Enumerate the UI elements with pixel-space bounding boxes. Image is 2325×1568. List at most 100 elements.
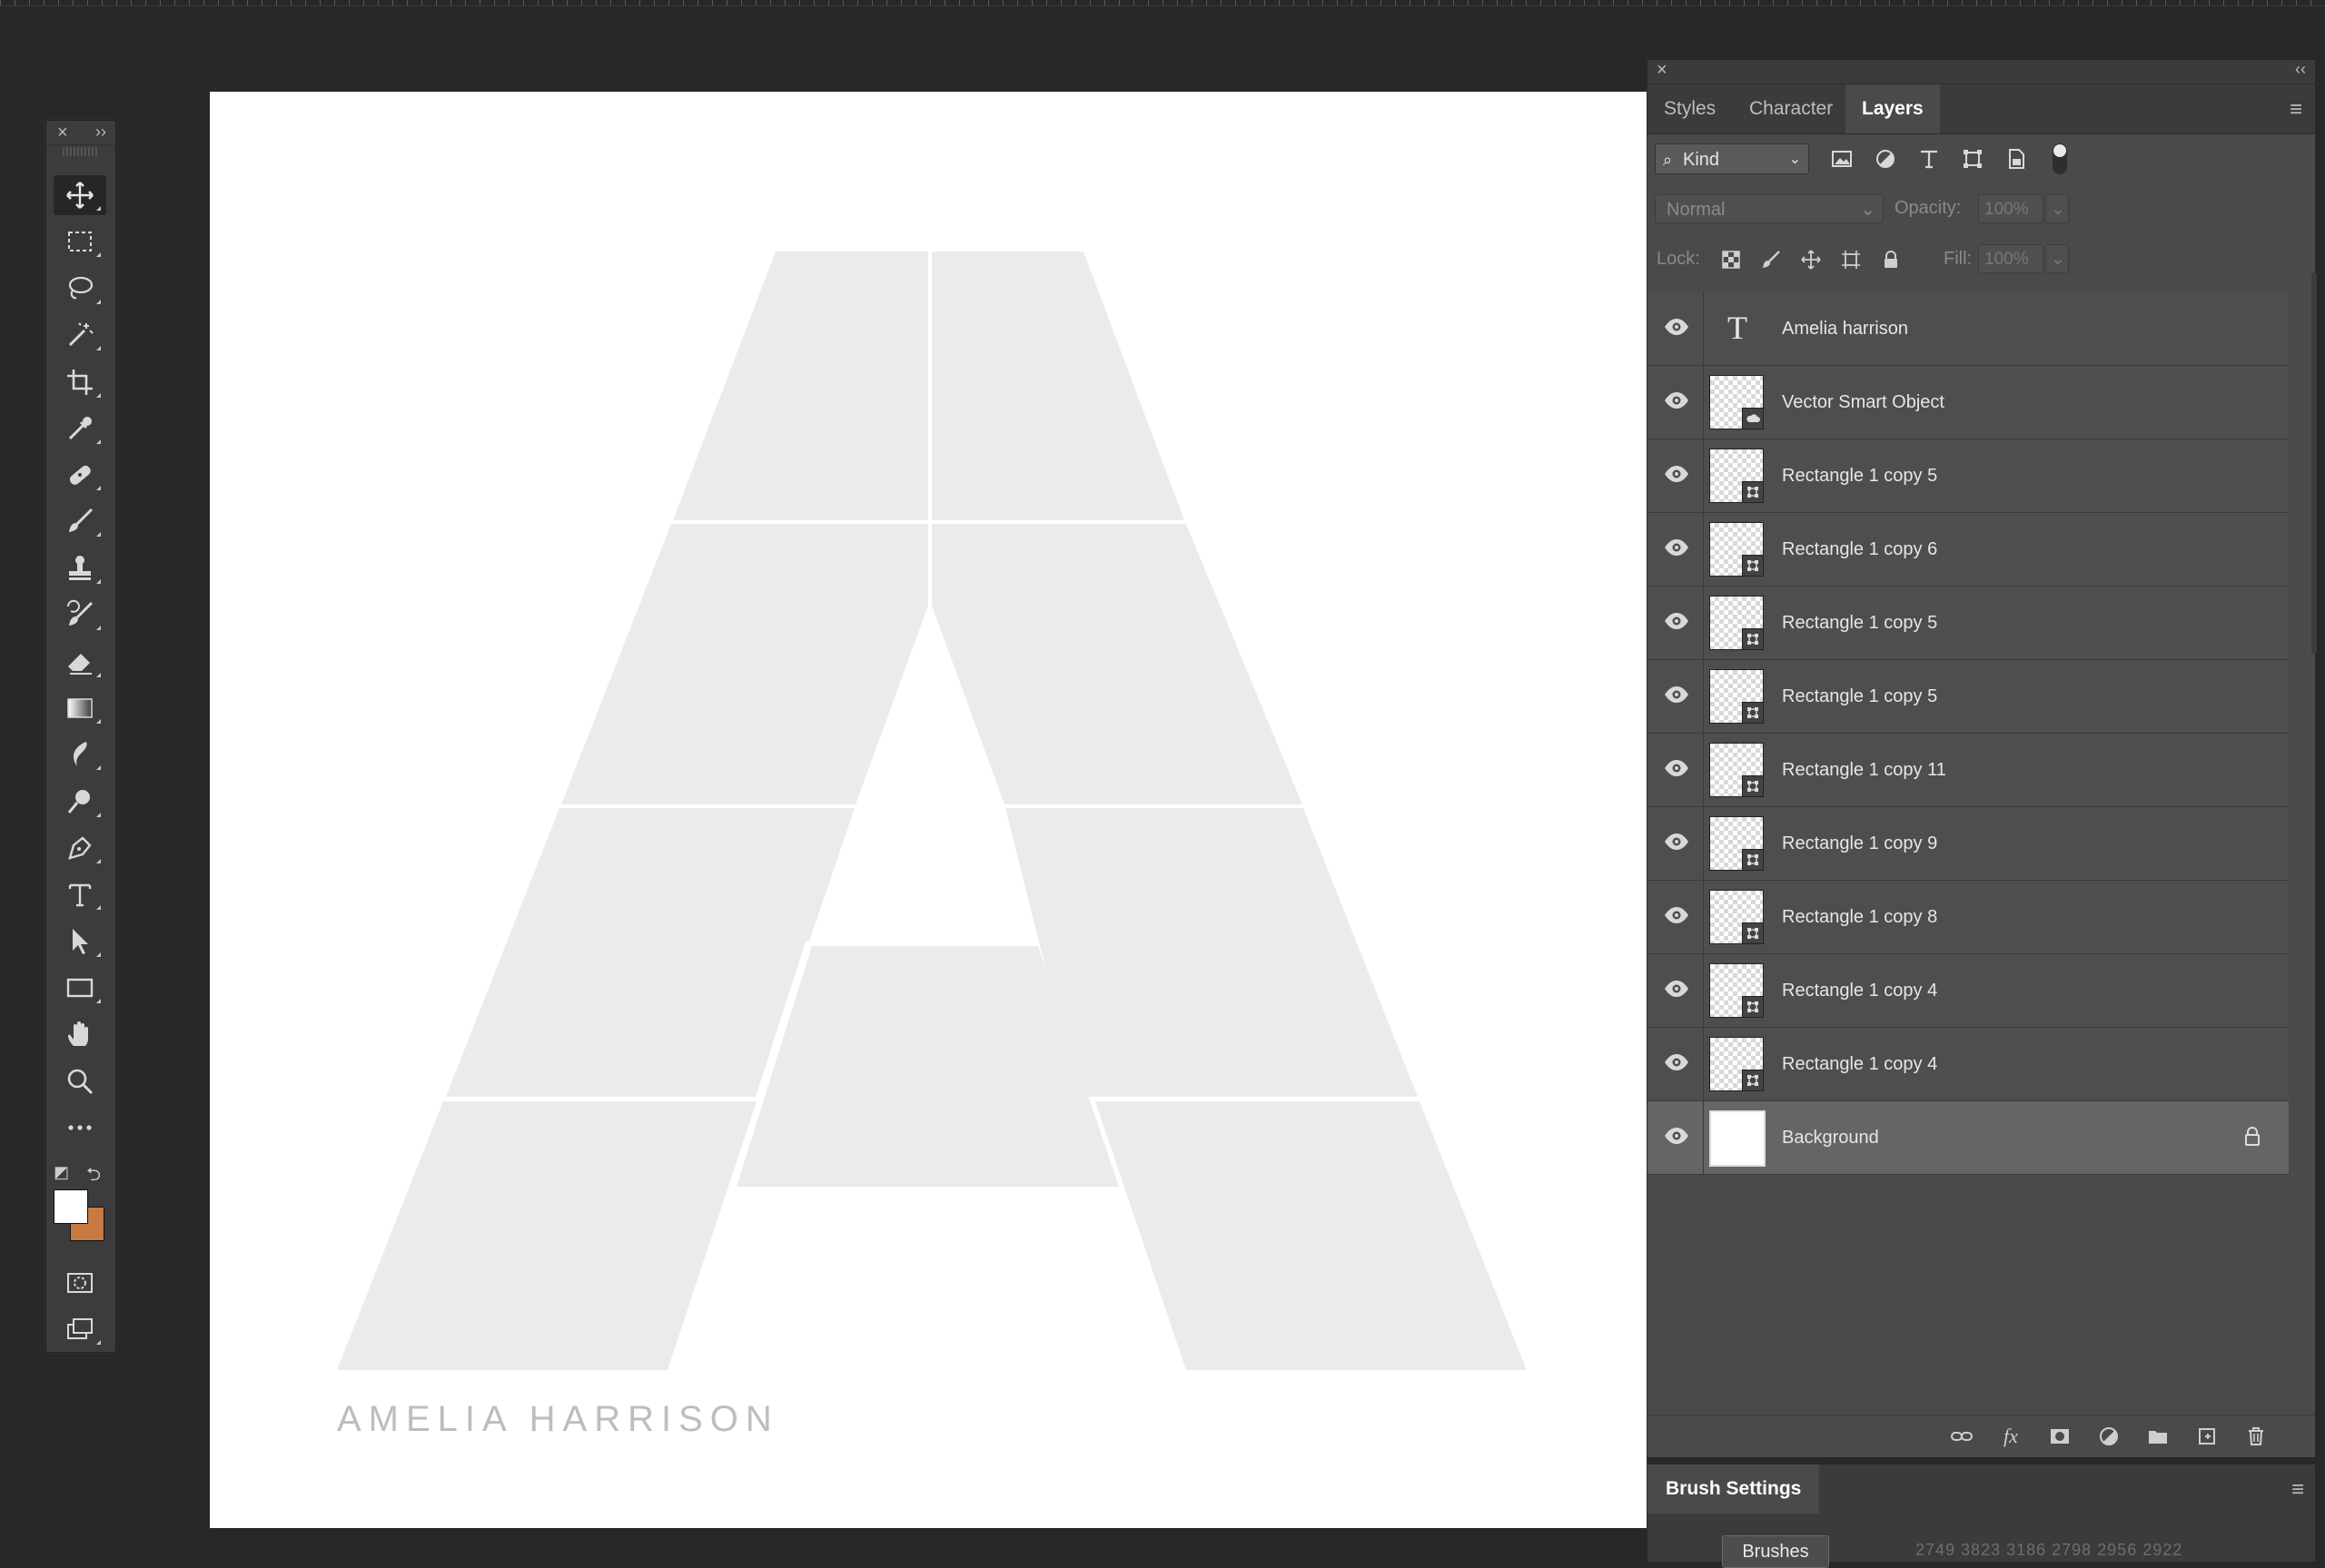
brush-tool[interactable] [54,501,106,541]
eraser-tool[interactable] [54,642,106,682]
layer-visibility-toggle[interactable] [1662,312,1691,341]
blend-mode-select[interactable]: Normal ⌄ [1655,194,1884,223]
eye-icon [1665,686,1688,703]
eyedropper-icon [68,417,92,440]
layer-visibility-toggle[interactable] [1662,386,1691,415]
layer-visibility-toggle[interactable] [1662,680,1691,709]
move-tool[interactable] [54,175,106,215]
layer-visibility-toggle[interactable] [1662,533,1691,562]
layer-visibility-toggle[interactable] [1662,459,1691,488]
new-group-button[interactable] [2143,1423,2172,1450]
screen-mode-button[interactable] [54,1309,106,1349]
close-icon[interactable]: × [57,123,68,143]
layer-visibility-toggle[interactable] [1662,754,1691,783]
stamp-tool[interactable] [54,548,106,588]
layer-row[interactable]: Rectangle 1 copy 6 [1647,513,2289,587]
tab-layers[interactable]: Layers [1845,84,1940,133]
history-brush-tool[interactable] [54,595,106,635]
delete-layer-button[interactable] [2241,1423,2271,1450]
hand-tool[interactable] [54,1014,106,1054]
layers-scrollbar[interactable] [2311,272,2317,654]
filter-shape-button[interactable] [1958,143,1987,174]
add-mask-button[interactable] [2045,1423,2074,1450]
eyedropper-tool[interactable] [54,409,106,449]
filter-kind-select[interactable]: ⌕ Kind ⌄ [1655,143,1809,174]
close-icon[interactable]: × [1657,60,1667,81]
expand-icon[interactable]: ›› [95,123,106,142]
panel-menu-icon[interactable]: ≡ [2291,1477,2304,1503]
new-adjustment-button[interactable] [2094,1423,2123,1450]
rectangle-tool[interactable] [54,968,106,1008]
quick-mask-button[interactable] [54,1263,106,1303]
tab-styles[interactable]: Styles [1647,84,1732,133]
layer-row[interactable]: Background [1647,1101,2289,1175]
document-canvas[interactable]: AMELIA HARRISON [210,92,1647,1528]
fill-input[interactable]: 100% [1978,244,2043,273]
rect-marquee-icon [68,232,92,251]
fill-dropdown-icon[interactable]: ⌄ [2045,244,2069,273]
lock-all-button[interactable] [1878,244,1904,275]
tools-grip[interactable] [63,147,99,156]
healing-tool[interactable] [54,455,106,495]
swap-colors-icon[interactable]: ⮌ [86,1161,101,1192]
layer-visibility-toggle[interactable] [1662,1048,1691,1077]
shape-icon [1747,707,1758,718]
divider [1703,292,1704,365]
foreground-color-swatch[interactable] [54,1189,88,1224]
lock-artboard-button[interactable] [1838,244,1864,275]
placeholder-bottom-left [337,1101,757,1370]
layer-thumbnail [1709,596,1764,650]
layer-row[interactable]: Vector Smart Object [1647,366,2289,439]
marquee-tool[interactable] [54,222,106,261]
new-layer-button[interactable] [2192,1423,2221,1450]
placeholder-top-right [932,251,1184,520]
layer-row[interactable]: Rectangle 1 copy 8 [1647,881,2289,954]
lock-image-pixels-button[interactable] [1758,244,1784,275]
layer-row[interactable]: Rectangle 1 copy 9 [1647,807,2289,881]
layer-row[interactable]: Rectangle 1 copy 11 [1647,734,2289,807]
filter-smart-object-button[interactable] [2002,143,2031,174]
dodge-tool[interactable] [54,782,106,822]
layer-row[interactable]: Rectangle 1 copy 5 [1647,587,2289,660]
magic-wand-tool[interactable] [54,315,106,355]
divider [1703,439,1704,512]
layer-row[interactable]: Rectangle 1 copy 5 [1647,439,2289,513]
layer-visibility-toggle[interactable] [1662,974,1691,1003]
more-tools[interactable] [54,1108,106,1148]
opacity-input[interactable]: 100% [1978,194,2043,223]
crop-tool[interactable] [54,362,106,402]
link-layers-button[interactable] [1947,1423,1976,1450]
path-selection-tool[interactable] [54,922,106,962]
layer-visibility-toggle[interactable] [1662,827,1691,856]
filter-pixel-button[interactable] [1827,143,1856,174]
opacity-label: Opacity: [1895,198,1962,218]
opacity-dropdown-icon[interactable]: ⌄ [2045,194,2069,223]
collapse-icon[interactable]: ‹‹ [2295,60,2306,79]
panel-menu-icon[interactable]: ≡ [2290,97,2302,123]
tab-character[interactable]: Character [1733,84,1849,133]
lock-transparent-pixels-button[interactable] [1718,244,1744,275]
type-tool[interactable] [54,874,106,914]
layer-visibility-toggle[interactable] [1662,901,1691,930]
layer-row[interactable]: T Amelia harrison [1647,292,2289,366]
brushes-button[interactable]: Brushes [1722,1535,1829,1568]
lasso-tool[interactable] [54,269,106,309]
tab-brush-settings[interactable]: Brush Settings [1647,1464,1820,1514]
filter-toggle[interactable] [2053,143,2067,174]
zoom-tool[interactable] [54,1061,106,1101]
layer-row[interactable]: Rectangle 1 copy 4 [1647,1028,2289,1101]
gradient-tool[interactable] [54,688,106,728]
fx-icon[interactable]: fx [1996,1423,2025,1450]
filter-adjustment-button[interactable] [1871,143,1900,174]
default-colors-icon[interactable]: ◩ [54,1163,69,1182]
filter-type-button[interactable] [1914,143,1944,174]
layer-row[interactable]: Rectangle 1 copy 4 [1647,954,2289,1028]
layer-visibility-toggle[interactable] [1662,606,1691,636]
layer-visibility-toggle[interactable] [1662,1121,1691,1150]
pen-tool[interactable] [54,828,106,868]
type-icon [68,883,92,907]
lock-position-button[interactable] [1798,244,1824,275]
layer-row[interactable]: Rectangle 1 copy 5 [1647,660,2289,734]
placeholder-mid-right [932,524,1302,804]
blur-tool[interactable] [54,735,106,774]
